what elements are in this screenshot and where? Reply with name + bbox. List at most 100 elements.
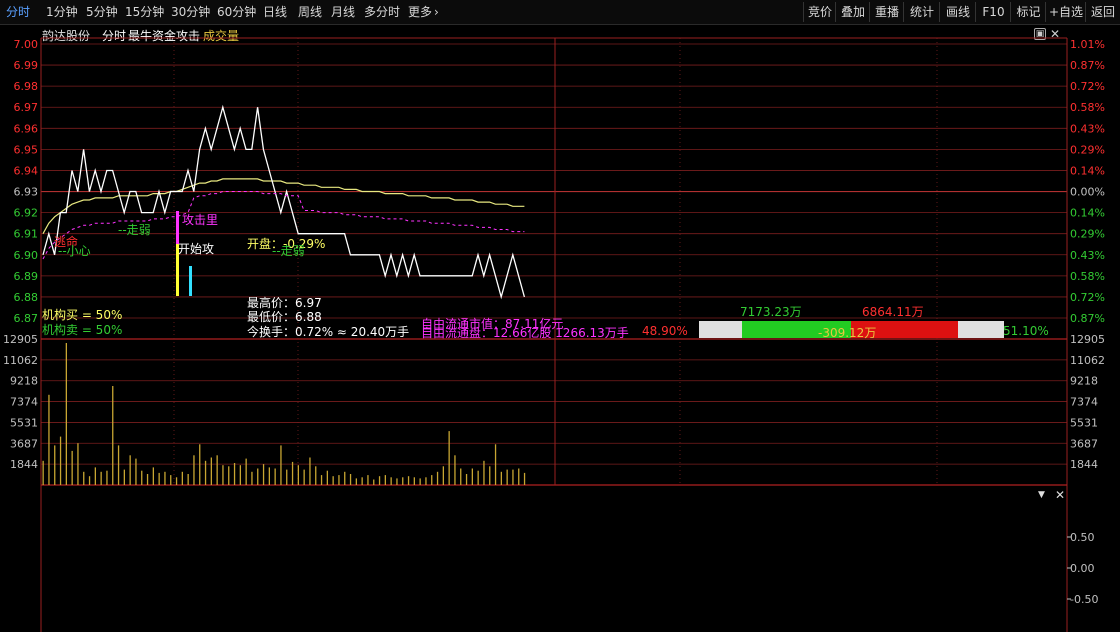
pct-tick-label: 0.87% — [1070, 59, 1105, 72]
volume-bar — [390, 477, 392, 485]
panel-close-icon[interactable]: ✕ — [1055, 488, 1065, 502]
volume-bar — [59, 436, 62, 485]
volume-bar — [152, 467, 154, 485]
volume-bar — [106, 470, 108, 485]
price-tick-label: 6.99 — [14, 59, 39, 72]
pct-tick-label: 0.29% — [1070, 228, 1105, 241]
volume-bar — [83, 471, 85, 485]
volume-bar — [100, 471, 102, 485]
price-tick-label: 6.89 — [14, 270, 39, 283]
sell-bar-bg — [958, 321, 1004, 338]
volume-bar — [233, 463, 236, 485]
volume-bar — [129, 455, 131, 485]
weak-left-label: --走弱 — [118, 223, 151, 237]
volume-bar — [407, 476, 410, 485]
volume-bar — [48, 394, 50, 485]
volume-bar — [442, 466, 444, 485]
price-tick-label: 6.91 — [14, 228, 39, 241]
volume-bar — [216, 455, 218, 485]
volume-bar — [489, 466, 491, 485]
pct-tick-label: 0.43% — [1070, 249, 1105, 262]
price-tick-label: 6.93 — [14, 186, 39, 199]
volume-tick-label: 1844 — [10, 458, 38, 471]
volume-bar — [251, 471, 253, 485]
dropdown-triangle-icon[interactable]: ▼ — [1038, 490, 1045, 500]
volume-bar — [141, 470, 143, 485]
net-amount: -309.12万 — [818, 326, 877, 340]
price-lines — [42, 104, 526, 300]
institution-sell: 机构卖 = 50% — [42, 323, 123, 337]
volume-bar — [454, 455, 456, 485]
volume-bar — [146, 474, 149, 485]
pct-tick-label: 0.58% — [1070, 270, 1105, 283]
price-line — [42, 104, 526, 300]
price-tick-label: 6.95 — [14, 143, 39, 156]
volume-tick-label: 11062 — [1070, 354, 1105, 367]
volume-bar — [42, 460, 44, 485]
volume-bar — [471, 468, 473, 485]
volume-bar — [181, 471, 183, 485]
price-tick-label: 7.00 — [14, 38, 39, 51]
volume-bar — [291, 461, 294, 485]
attack-label: 攻击里 — [182, 213, 219, 227]
volume-bar — [280, 445, 282, 485]
volume-bar — [88, 476, 91, 485]
sell-percent: 51.10% — [1003, 324, 1049, 338]
volume-bar — [448, 431, 450, 485]
volume-bar — [512, 469, 514, 485]
indicator-tick-label: -0.50 — [1070, 593, 1098, 606]
volume-bar — [286, 469, 288, 485]
volume-bar — [518, 468, 520, 485]
volume-bar — [268, 467, 270, 485]
float-shares: 自由流通盘：12.66亿股 1266.13万手 — [421, 326, 629, 340]
sell-amount: 6864.11万 — [862, 305, 924, 319]
volume-bar — [355, 478, 357, 485]
volume-bar — [494, 444, 497, 485]
weak-right-label: --走弱 — [272, 244, 305, 258]
volume-bar — [378, 476, 381, 485]
volume-bar — [523, 472, 526, 485]
turnover: 今换手：0.72% ≈ 20.40万手 — [247, 325, 410, 339]
pct-tick-label: 0.58% — [1070, 101, 1105, 114]
volume-tick-label: 5531 — [10, 416, 38, 429]
volume-bar — [384, 475, 386, 485]
volume-bar — [396, 478, 398, 485]
volume-bar — [175, 477, 178, 485]
volume-bar — [135, 458, 137, 485]
volume-bar — [483, 460, 485, 485]
volume-bar — [170, 475, 172, 485]
average-price-line — [42, 178, 525, 234]
volume-bar — [344, 471, 346, 485]
volume-bar — [123, 469, 125, 485]
volume-tick-label: 9218 — [1070, 375, 1098, 388]
price-tick-label: 6.94 — [14, 164, 39, 177]
price-tick-label: 6.90 — [14, 249, 39, 262]
volume-bar — [373, 479, 375, 485]
volume-tick-label: 3687 — [1070, 437, 1098, 450]
volume-bar — [112, 386, 114, 485]
price-axis-left: 7.00 6.99 6.98 6.97 6.96 6.95 6.94 6.93 6.92 6.91… — [3, 38, 38, 471]
volume-bar — [54, 445, 56, 485]
pct-tick-label: 0.72% — [1070, 291, 1105, 304]
volume-bar — [419, 478, 421, 485]
volume-bar — [460, 468, 462, 485]
pct-tick-label: 0.87% — [1070, 312, 1105, 325]
price-tick-label: 6.97 — [14, 101, 39, 114]
volume-tick-label: 9218 — [10, 375, 38, 388]
volume-bar — [245, 458, 247, 485]
indicator-tick-label: 0.00 — [1070, 562, 1095, 575]
volume-tick-label: 12905 — [3, 333, 38, 346]
volume-bar — [332, 476, 334, 485]
volume-bar — [297, 465, 299, 485]
volume-bars — [42, 343, 526, 485]
volume-bar — [309, 457, 311, 485]
pct-tick-label: 1.01% — [1070, 38, 1105, 51]
volume-bar — [204, 460, 207, 485]
volume-bar — [320, 475, 323, 485]
volume-tick-label: 11062 — [3, 354, 38, 367]
volume-bar — [158, 472, 160, 485]
volume-tick-label: 7374 — [1070, 396, 1098, 409]
volume-tick-label: 3687 — [10, 437, 38, 450]
volume-bar — [257, 468, 259, 485]
volume-bar — [506, 469, 508, 485]
